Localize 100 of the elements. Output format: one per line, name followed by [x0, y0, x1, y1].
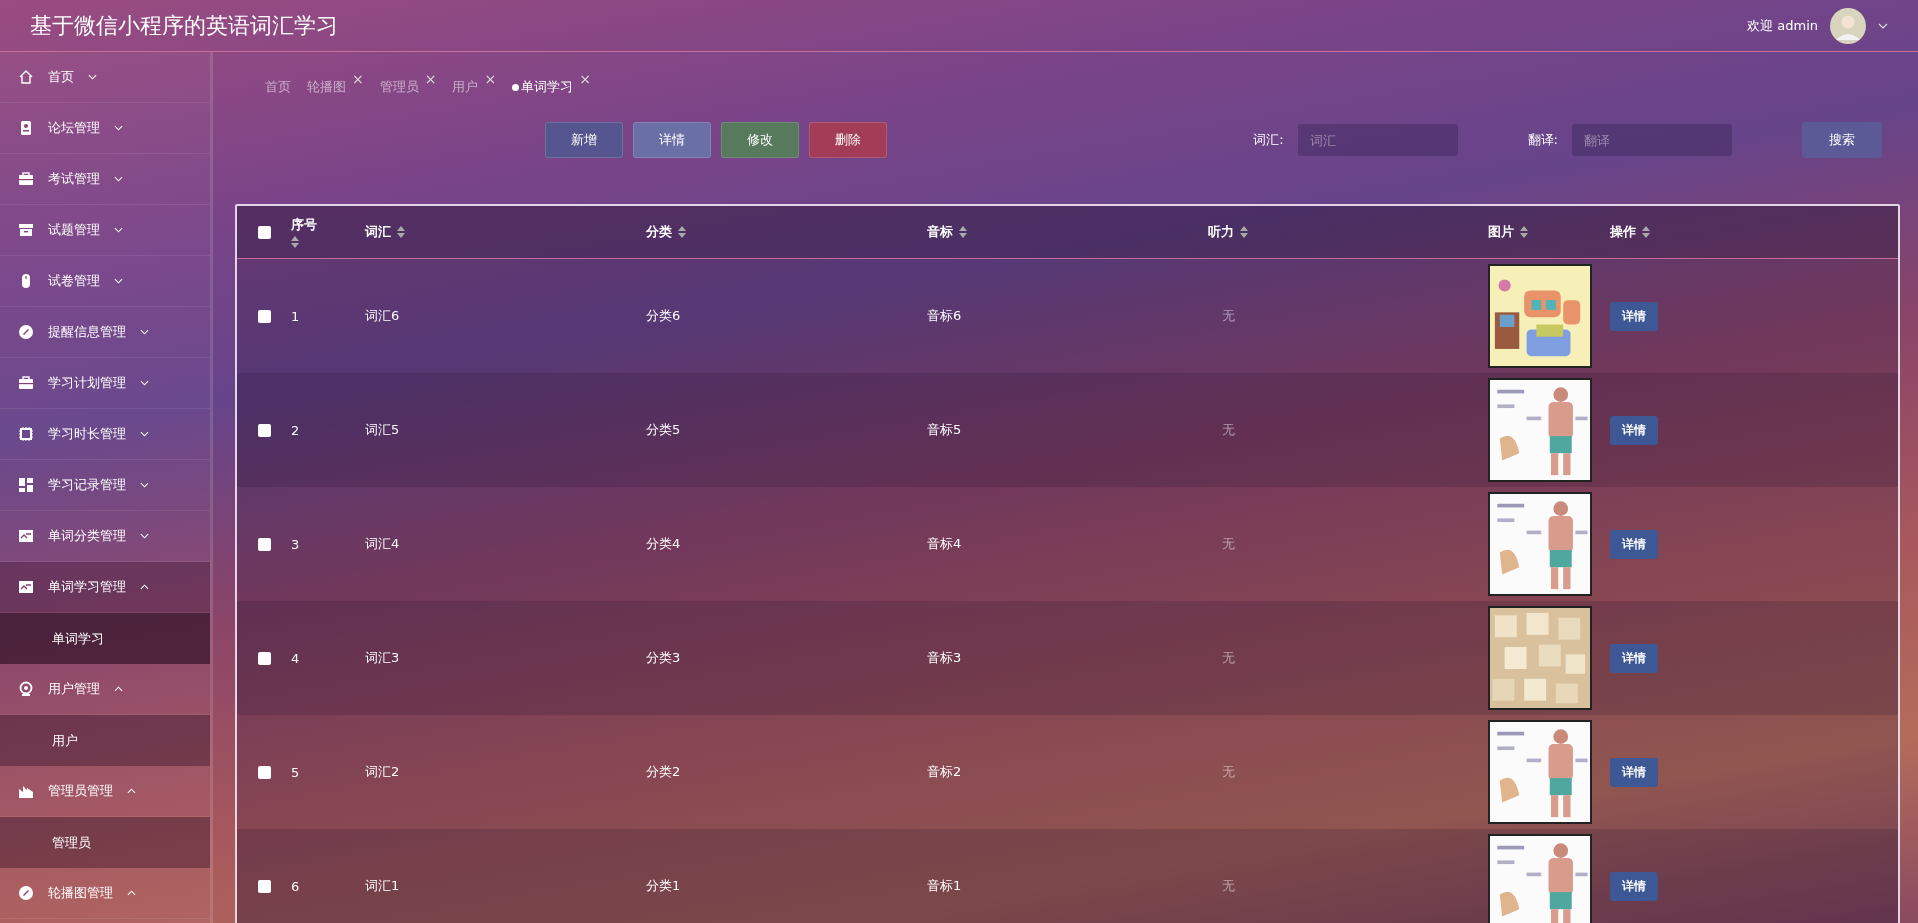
select-all-checkbox[interactable] [257, 225, 271, 239]
action-button[interactable]: 修改 [721, 122, 799, 158]
table-cell: 无 [1222, 649, 1235, 667]
chevron-down-icon [140, 329, 149, 335]
field-label: 翻译: [1527, 131, 1558, 149]
table-cell: 音标5 [927, 421, 962, 439]
menu-item[interactable]: 学习时长管理 [0, 409, 210, 460]
webcam-icon [18, 681, 34, 697]
menu-item[interactable]: 学习记录管理 [0, 460, 210, 511]
sort-icon[interactable] [291, 236, 299, 248]
chip-icon [18, 426, 34, 442]
table-cell: 6 [291, 878, 300, 894]
sort-icon[interactable] [1642, 226, 1650, 238]
menu-item[interactable]: 管理员管理 [0, 766, 210, 817]
column-header: 分类 [646, 223, 672, 241]
menu-item[interactable]: 试卷管理 [0, 256, 210, 307]
action-button[interactable]: 详情 [633, 122, 711, 158]
table-cell: 音标3 [927, 649, 962, 667]
case-icon [18, 171, 34, 187]
menu-item[interactable]: 用户管理 [0, 664, 210, 715]
chevron-down-icon [140, 482, 149, 488]
table-cell: 词汇4 [365, 535, 400, 553]
detail-button[interactable]: 详情 [1610, 415, 1658, 445]
tab[interactable]: 首页 [265, 72, 291, 96]
menu-item[interactable]: 单词学习管理 [0, 562, 210, 613]
table-cell: 分类1 [646, 877, 681, 895]
chevron-up-icon [140, 584, 149, 590]
menu-item[interactable]: 首页 [0, 52, 210, 103]
chevron-down-icon [140, 431, 149, 437]
table-cell: 无 [1222, 307, 1235, 325]
chevron-down-icon[interactable] [1878, 22, 1888, 29]
row-checkbox[interactable] [257, 879, 271, 893]
chart-icon [18, 783, 34, 799]
table-cell: 音标1 [927, 877, 962, 895]
table-cell: 分类2 [646, 763, 681, 781]
row-checkbox[interactable] [257, 765, 271, 779]
chevron-down-icon [140, 380, 149, 386]
grid-icon [18, 477, 34, 493]
search-button[interactable]: 搜索 [1802, 122, 1882, 158]
avatar-icon[interactable] [1830, 7, 1866, 44]
menu-item[interactable]: 学习计划管理 [0, 358, 210, 409]
menu-item[interactable]: 论坛管理 [0, 103, 210, 154]
chevron-down-icon [140, 533, 149, 539]
table-cell: 词汇2 [365, 763, 400, 781]
welcome-text: 欢迎 admin [1747, 16, 1818, 35]
row-checkbox[interactable] [257, 423, 271, 437]
compass-icon [18, 324, 34, 340]
action-button[interactable]: 删除 [809, 122, 887, 158]
close-icon[interactable]: × [352, 72, 364, 86]
table-cell: 词汇6 [365, 307, 400, 325]
home-icon [18, 69, 34, 85]
chevron-down-icon [114, 278, 123, 284]
submenu-item[interactable]: 单词学习 [0, 613, 210, 664]
column-header: 听力 [1208, 223, 1234, 241]
close-icon[interactable]: × [484, 72, 497, 86]
menu-item[interactable]: 试题管理 [0, 205, 210, 256]
table-cell: 分类5 [646, 421, 681, 439]
chevron-down-icon [114, 125, 123, 131]
sort-icon[interactable] [397, 226, 405, 238]
detail-button[interactable]: 详情 [1610, 871, 1658, 901]
table-cell: 词汇3 [365, 649, 400, 667]
menu-item[interactable]: 提醒信息管理 [0, 307, 210, 358]
detail-button[interactable]: 详情 [1610, 643, 1658, 673]
table-cell: 1 [291, 308, 300, 324]
menu-item[interactable]: 轮播图管理 [0, 868, 210, 919]
table-cell: 3 [291, 536, 300, 552]
detail-button[interactable]: 详情 [1610, 529, 1658, 559]
image-icon [18, 528, 34, 544]
sort-icon[interactable] [678, 226, 686, 238]
submenu-item[interactable]: 管理员 [0, 817, 210, 868]
tab[interactable]: 单词学习 [512, 72, 574, 96]
table-cell: 无 [1222, 877, 1235, 895]
table-cell: 词汇5 [365, 421, 400, 439]
detail-button[interactable]: 详情 [1610, 757, 1658, 787]
close-icon[interactable]: × [424, 72, 437, 86]
table-cell: 无 [1222, 421, 1235, 439]
compass-icon [18, 885, 34, 901]
submenu-item[interactable]: 用户 [0, 715, 210, 766]
tab[interactable]: 管理员 [379, 72, 419, 96]
table-cell: 分类4 [646, 535, 681, 553]
sort-icon[interactable] [1240, 226, 1248, 238]
action-button[interactable]: 新增 [545, 122, 623, 158]
row-checkbox[interactable] [257, 651, 271, 665]
table-cell: 音标4 [927, 535, 962, 553]
sort-icon[interactable] [959, 226, 967, 238]
row-checkbox[interactable] [257, 309, 271, 323]
table-cell: 无 [1222, 763, 1235, 781]
row-checkbox[interactable] [257, 537, 271, 551]
table-cell: 词汇1 [365, 877, 400, 895]
menu-item[interactable]: 考试管理 [0, 154, 210, 205]
sort-icon[interactable] [1520, 226, 1528, 238]
table-cell: 2 [291, 422, 300, 438]
column-header: 序号 [291, 216, 317, 234]
field-label: 词汇: [1253, 131, 1284, 149]
detail-button[interactable]: 详情 [1610, 301, 1658, 331]
column-header: 图片 [1488, 223, 1514, 241]
menu-item[interactable]: 单词分类管理 [0, 511, 210, 562]
close-icon[interactable]: × [579, 72, 591, 86]
chevron-up-icon [127, 788, 136, 794]
table-cell: 5 [291, 764, 300, 780]
